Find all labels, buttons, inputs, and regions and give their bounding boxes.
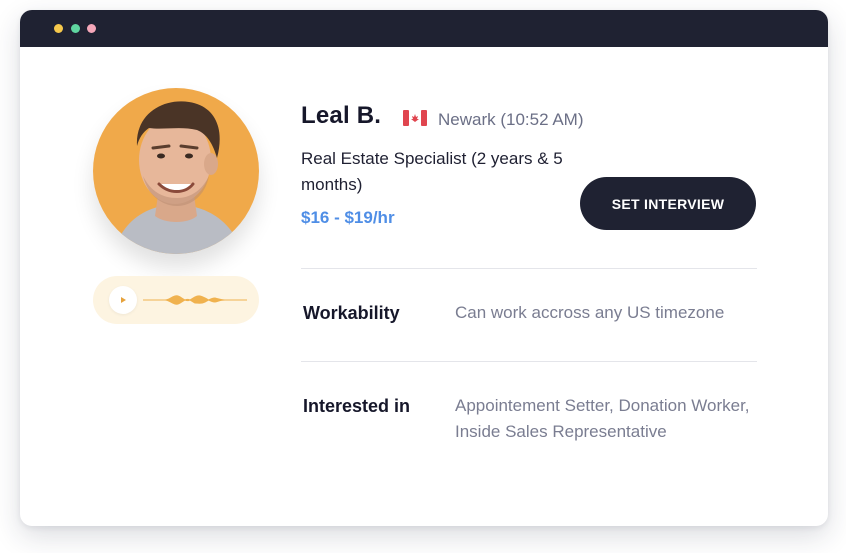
play-icon [121,297,126,303]
window-dot-yellow [54,24,63,33]
avatar [93,88,259,254]
candidate-location: Newark (10:52 AM) [438,110,584,129]
avatar-photo [93,88,259,254]
divider [301,361,757,362]
canada-flag-icon [403,110,427,126]
candidate-rate: $16 - $19/hr [301,208,395,227]
interested-in-label: Interested in [303,396,411,416]
set-interview-button[interactable]: SET INTERVIEW [580,177,756,230]
interested-in-value: Appointement Setter, Donation Worker, In… [455,396,750,441]
window-dot-pink [87,24,96,33]
play-button[interactable] [109,286,137,314]
audio-intro-player[interactable] [93,276,259,324]
workability-value: Can work accross any US timezone [455,303,725,322]
profile-card-window: Leal B. Newark (10:52 AM) Real Estate Sp… [20,10,828,526]
candidate-name: Leal B. [301,102,382,129]
divider [301,268,757,269]
workability-label: Workability [303,303,400,323]
candidate-role: Real Estate Specialist (2 years & 5 mont… [301,149,563,194]
window-dot-green [71,24,80,33]
waveform-icon [143,295,247,305]
window-titlebar [20,10,828,47]
